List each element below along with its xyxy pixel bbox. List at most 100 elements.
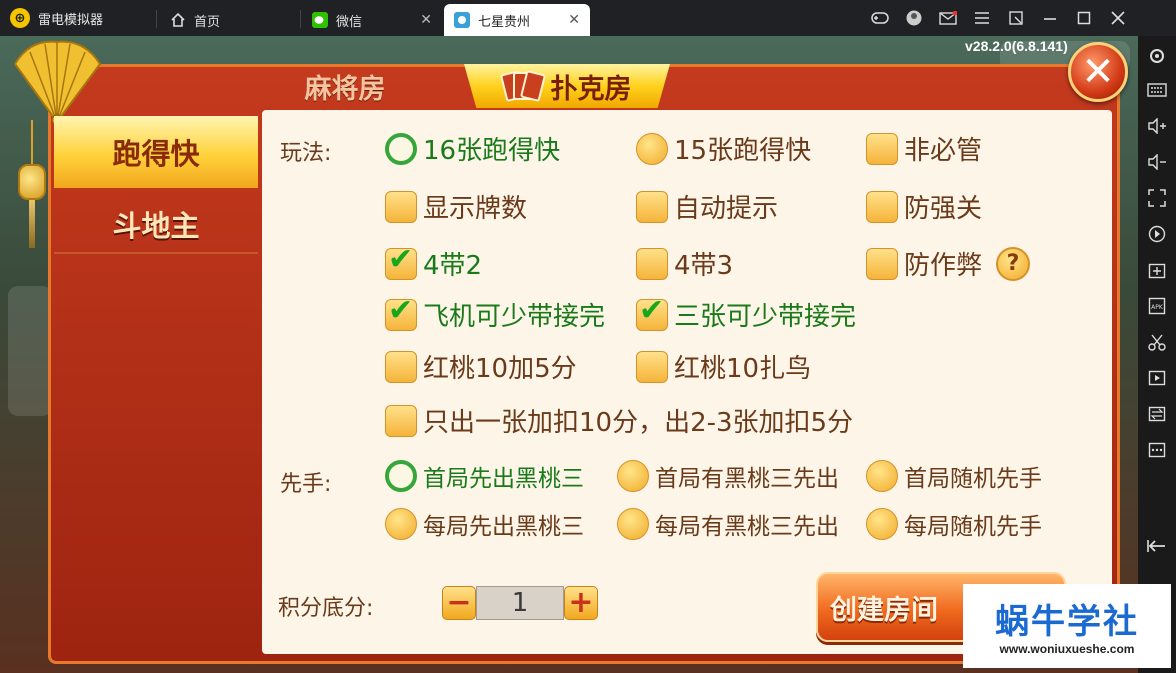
option-label: 每局先出黑桃三 xyxy=(423,514,584,540)
screenshot-scissors-icon[interactable] xyxy=(1145,330,1169,354)
option-heart-ten-bird[interactable]: 红桃10扎鸟 xyxy=(636,348,811,385)
close-tab-icon[interactable]: ✕ xyxy=(420,12,432,28)
radio-unselected-icon xyxy=(617,460,649,492)
option-anti-force-close[interactable]: 防强关 xyxy=(866,188,982,225)
first-opt-first-round-random[interactable]: 首局随机先手 xyxy=(866,459,1042,493)
option-label: 红桃10加5分 xyxy=(423,354,577,384)
option-label: 4带3 xyxy=(674,251,734,281)
option-show-card-count[interactable]: 显示牌数 xyxy=(385,188,527,225)
base-score-stepper: − 1 + xyxy=(442,586,598,620)
side-tab-doudizhu[interactable]: 斗地主 xyxy=(54,188,258,260)
menu-icon[interactable] xyxy=(972,9,992,27)
checkbox-icon xyxy=(636,350,668,383)
first-opt-first-round-spade3[interactable]: 首局先出黑桃三 xyxy=(385,459,584,493)
watermark: 蜗牛学社 www.woniuxueshe.com xyxy=(963,584,1171,668)
option-triple-less-kicker[interactable]: ✔ 三张可少带接完 xyxy=(636,292,856,333)
radio-unselected-icon xyxy=(617,508,649,540)
radio-selected-icon xyxy=(385,460,417,492)
tab-home[interactable]: 首页 xyxy=(160,4,300,36)
tab-poker-room[interactable]: 扑克房 xyxy=(464,64,670,108)
tab-mahjong-room[interactable]: 麻将房 xyxy=(270,64,420,108)
minimize-icon[interactable] xyxy=(1040,9,1060,27)
first-opt-first-round-holder[interactable]: 首局有黑桃三先出 xyxy=(617,459,839,493)
base-score-label: 积分底分: xyxy=(278,596,374,621)
volume-up-icon[interactable] xyxy=(1145,114,1169,138)
record-icon[interactable] xyxy=(1145,222,1169,246)
settings-gear-icon[interactable] xyxy=(1145,44,1169,68)
first-opt-every-round-spade3[interactable]: 每局先出黑桃三 xyxy=(385,507,584,541)
keyboard-icon[interactable] xyxy=(1145,78,1169,102)
option-16-cards[interactable]: 16张跑得快 xyxy=(385,130,560,167)
video-icon[interactable] xyxy=(1145,366,1169,390)
decrement-button[interactable]: − xyxy=(442,586,476,620)
option-label: 首局先出黑桃三 xyxy=(423,466,584,492)
option-four-with-three[interactable]: 4带3 xyxy=(636,245,733,282)
add-window-icon[interactable] xyxy=(1145,258,1169,282)
tab-game[interactable]: 七星贵州 ✕ xyxy=(444,4,590,36)
tab-poker-room-label: 扑克房 xyxy=(550,73,632,105)
version-label: v28.2.0(6.8.141) xyxy=(965,38,1068,54)
game-type-sidebar: 跑得快 斗地主 xyxy=(54,110,258,650)
option-auto-hint[interactable]: 自动提示 xyxy=(636,188,778,225)
first-opt-every-round-random[interactable]: 每局随机先手 xyxy=(866,507,1042,541)
account-icon[interactable] xyxy=(904,9,924,27)
maximize-icon[interactable] xyxy=(1074,9,1094,27)
tab-wechat[interactable]: 微信 ✕ xyxy=(302,4,442,36)
play-rules-label: 玩法: xyxy=(280,141,332,166)
increment-button[interactable]: + xyxy=(564,586,598,620)
apk-install-icon[interactable]: APK xyxy=(1145,294,1169,318)
checkbox-icon xyxy=(385,190,417,223)
option-anti-cheat[interactable]: 防作弊 ? xyxy=(866,245,1031,282)
option-four-with-two[interactable]: ✔ 4带2 xyxy=(385,241,483,282)
option-label: 自动提示 xyxy=(674,194,779,224)
volume-down-icon[interactable] xyxy=(1145,150,1169,174)
option-heart-ten-plus-five[interactable]: 红桃10加5分 xyxy=(385,348,577,385)
tab-label: 首页 xyxy=(194,14,221,30)
option-label: 只出一张加扣10分，出2-3张加扣5分 xyxy=(423,408,854,438)
first-opt-every-round-holder[interactable]: 每局有黑桃三先出 xyxy=(617,507,839,541)
sync-icon[interactable] xyxy=(1145,402,1169,426)
sidebar-divider xyxy=(54,252,258,254)
close-dialog-button[interactable]: ✕ xyxy=(1068,42,1128,102)
option-label: 4带2 xyxy=(423,251,483,281)
option-label: 防强关 xyxy=(904,194,983,224)
checkbox-checked-icon: ✔ xyxy=(636,292,668,331)
svg-text:APK: APK xyxy=(1151,304,1164,311)
background-panel xyxy=(8,286,52,416)
base-score-value: 1 xyxy=(476,586,564,620)
checkbox-checked-icon: ✔ xyxy=(385,295,417,331)
back-arrow-icon[interactable] xyxy=(1145,534,1169,558)
option-label: 每局随机先手 xyxy=(904,514,1042,540)
fullscreen-icon[interactable] xyxy=(1145,186,1169,210)
lantern-tassel xyxy=(29,200,35,248)
side-tab-paodekuai[interactable]: 跑得快 xyxy=(54,116,258,188)
checkbox-icon xyxy=(866,190,898,223)
checkmark-icon: ✔ xyxy=(388,241,414,277)
gamepad-icon[interactable] xyxy=(870,9,890,27)
close-tab-icon[interactable]: ✕ xyxy=(568,12,580,28)
radio-unselected-icon xyxy=(636,132,668,165)
more-options-icon[interactable] xyxy=(1145,438,1169,462)
help-question-icon[interactable]: ? xyxy=(996,246,1031,281)
option-label: 每局有黑桃三先出 xyxy=(655,514,839,540)
close-window-icon[interactable] xyxy=(1108,9,1128,27)
option-label: 16张跑得快 xyxy=(423,136,561,166)
option-not-must-beat[interactable]: 非必管 xyxy=(866,130,982,167)
home-icon xyxy=(170,12,186,28)
option-single-card-penalty[interactable]: 只出一张加扣10分，出2-3张加扣5分 xyxy=(385,402,853,439)
game-icon xyxy=(454,12,470,28)
watermark-title: 蜗牛学社 xyxy=(995,602,1139,642)
option-15-cards[interactable]: 15张跑得快 xyxy=(636,130,811,167)
pin-window-icon[interactable] xyxy=(1006,9,1026,27)
mail-icon[interactable] xyxy=(938,9,958,27)
tab-label: 七星贵州 xyxy=(478,14,531,30)
option-airplane-less-kicker[interactable]: ✔ 飞机可少带接完 xyxy=(385,295,605,333)
option-label: 首局随机先手 xyxy=(904,466,1042,492)
checkbox-icon xyxy=(866,132,898,165)
tab-separator xyxy=(300,10,301,28)
playing-cards-icon xyxy=(499,69,546,103)
option-label: 首局有黑桃三先出 xyxy=(655,466,839,492)
emulator-toolbar: APK xyxy=(1138,36,1176,673)
app-name: 雷电模拟器 xyxy=(38,12,104,28)
checkmark-icon: ✔ xyxy=(639,292,665,328)
